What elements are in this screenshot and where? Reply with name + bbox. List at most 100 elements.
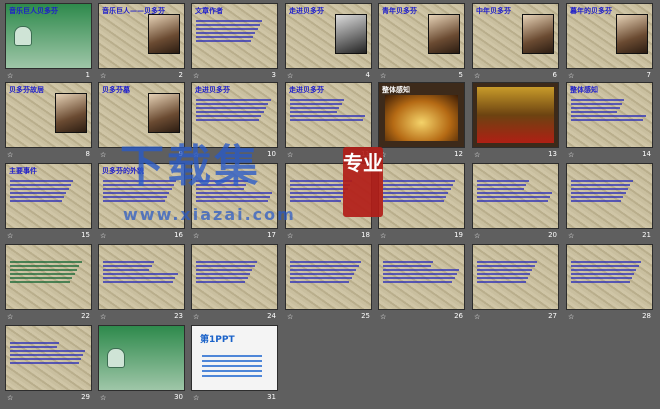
- slide-thumbnail-14[interactable]: 整体感知 ☆ 14: [566, 82, 653, 163]
- slide-preview[interactable]: [566, 163, 653, 229]
- slide-preview[interactable]: 音乐巨人贝多芬: [5, 3, 92, 69]
- slide-text-lines: [290, 97, 367, 123]
- slide-preview[interactable]: [566, 244, 653, 310]
- slide-preview[interactable]: 第1PPT: [191, 325, 278, 391]
- transition-icon[interactable]: ☆: [568, 72, 574, 80]
- slide-thumbnail-23[interactable]: ☆ 23: [98, 244, 185, 325]
- slide-preview[interactable]: 走进贝多芬: [285, 3, 372, 69]
- slide-preview[interactable]: [98, 325, 185, 391]
- transition-icon[interactable]: ☆: [7, 151, 13, 159]
- slide-thumbnail-5[interactable]: 青年贝多芬 ☆ 5: [378, 3, 465, 84]
- slide-text-lines: [10, 178, 87, 204]
- slide-thumbnail-6[interactable]: 中年贝多芬 ☆ 6: [472, 3, 559, 84]
- transition-icon[interactable]: ☆: [380, 232, 386, 240]
- transition-icon[interactable]: ☆: [568, 151, 574, 159]
- slide-thumbnail-31[interactable]: 第1PPT ☆ 31: [191, 325, 278, 406]
- slide-preview[interactable]: [285, 244, 372, 310]
- slide-preview[interactable]: 整体感知: [566, 82, 653, 148]
- slide-thumbnail-1[interactable]: 音乐巨人贝多芬 ☆ 1: [5, 3, 92, 84]
- slide-thumbnail-15[interactable]: 主要事件 ☆ 15: [5, 163, 92, 244]
- transition-icon[interactable]: ☆: [193, 72, 199, 80]
- slide-thumbnail-2[interactable]: 音乐巨人——贝多芬 ☆ 2: [98, 3, 185, 84]
- transition-icon[interactable]: ☆: [380, 72, 386, 80]
- slide-number: 24: [267, 312, 276, 320]
- slide-thumbnail-24[interactable]: ☆ 24: [191, 244, 278, 325]
- slide-thumbnail-12[interactable]: 整体感知 ☆ 12: [378, 82, 465, 163]
- transition-icon[interactable]: ☆: [474, 72, 480, 80]
- slide-title: 贝多芬故居: [9, 86, 44, 94]
- slide-number: 30: [174, 393, 183, 401]
- slide-preview[interactable]: [472, 163, 559, 229]
- transition-icon[interactable]: ☆: [193, 232, 199, 240]
- slide-preview[interactable]: 音乐巨人——贝多芬: [98, 3, 185, 69]
- transition-icon[interactable]: ☆: [474, 232, 480, 240]
- transition-icon[interactable]: ☆: [287, 72, 293, 80]
- transition-icon[interactable]: ☆: [568, 232, 574, 240]
- transition-icon[interactable]: ☆: [7, 232, 13, 240]
- slide-preview[interactable]: [378, 244, 465, 310]
- watermark-url: www.xiazai.com: [123, 205, 296, 224]
- slide-title: 贝多芬墓: [102, 86, 130, 94]
- slide-text-lines: [196, 259, 273, 285]
- slide-preview[interactable]: 青年贝多芬: [378, 3, 465, 69]
- transition-icon[interactable]: ☆: [287, 313, 293, 321]
- transition-icon[interactable]: ☆: [568, 313, 574, 321]
- transition-icon[interactable]: ☆: [100, 313, 106, 321]
- slide-number: 28: [642, 312, 651, 320]
- slide-text-lines: [571, 97, 648, 123]
- slide-thumbnail-26[interactable]: ☆ 26: [378, 244, 465, 325]
- slide-thumbnail-20[interactable]: ☆ 20: [472, 163, 559, 244]
- transition-icon[interactable]: ☆: [7, 72, 13, 80]
- slide-preview[interactable]: 中年贝多芬: [472, 3, 559, 69]
- portrait-image: [335, 14, 367, 54]
- slide-preview[interactable]: [98, 244, 185, 310]
- slide-thumbnail-29[interactable]: ☆ 29: [5, 325, 92, 406]
- slide-number: 6: [552, 71, 557, 79]
- slide-thumbnail-25[interactable]: ☆ 25: [285, 244, 372, 325]
- slide-number: 25: [361, 312, 370, 320]
- transition-icon[interactable]: ☆: [100, 151, 106, 159]
- slide-thumbnail-22[interactable]: ☆ 22: [5, 244, 92, 325]
- slide-preview[interactable]: [472, 82, 559, 148]
- slide-thumbnail-8[interactable]: 贝多芬故居 ☆ 8: [5, 82, 92, 163]
- slide-thumbnail-3[interactable]: 文章作者 ☆ 3: [191, 3, 278, 84]
- slide-number: 5: [458, 71, 463, 79]
- slide-thumbnail-30[interactable]: ☆ 30: [98, 325, 185, 406]
- slide-preview[interactable]: 贝多芬故居: [5, 82, 92, 148]
- transition-icon[interactable]: ☆: [474, 313, 480, 321]
- transition-icon[interactable]: ☆: [100, 72, 106, 80]
- transition-icon[interactable]: ☆: [100, 232, 106, 240]
- slide-number: 14: [642, 150, 651, 158]
- slide-preview[interactable]: 暮年的贝多芬: [566, 3, 653, 69]
- slide-preview[interactable]: [5, 244, 92, 310]
- transition-icon[interactable]: ☆: [287, 232, 293, 240]
- slide-number: 2: [178, 71, 183, 79]
- slide-thumbnail-7[interactable]: 暮年的贝多芬 ☆ 7: [566, 3, 653, 84]
- slide-preview[interactable]: 文章作者: [191, 3, 278, 69]
- transition-icon[interactable]: ☆: [100, 394, 106, 402]
- slide-preview[interactable]: 整体感知: [378, 82, 465, 148]
- transition-icon[interactable]: ☆: [193, 394, 199, 402]
- slide-thumbnail-13[interactable]: ☆ 13: [472, 82, 559, 163]
- slide-preview[interactable]: [378, 163, 465, 229]
- watermark-badge: 专业: [343, 147, 383, 217]
- slide-number: 20: [548, 231, 557, 239]
- slide-thumbnail-28[interactable]: ☆ 28: [566, 244, 653, 325]
- slide-preview[interactable]: [191, 244, 278, 310]
- transition-icon[interactable]: ☆: [380, 313, 386, 321]
- slide-thumbnail-19[interactable]: ☆ 19: [378, 163, 465, 244]
- slide-thumbnail-27[interactable]: ☆ 27: [472, 244, 559, 325]
- slide-title: 走进贝多芬: [289, 7, 324, 15]
- slide-preview[interactable]: [5, 325, 92, 391]
- transition-icon[interactable]: ☆: [7, 313, 13, 321]
- slide-thumbnail-21[interactable]: ☆ 21: [566, 163, 653, 244]
- transition-icon[interactable]: ☆: [474, 151, 480, 159]
- slide-title: 走进贝多芬: [289, 86, 324, 94]
- slide-text-lines: [383, 259, 460, 285]
- transition-icon[interactable]: ☆: [193, 313, 199, 321]
- slide-preview[interactable]: [472, 244, 559, 310]
- slide-thumbnail-4[interactable]: 走进贝多芬 ☆ 4: [285, 3, 372, 84]
- slide-preview[interactable]: 主要事件: [5, 163, 92, 229]
- slide-title: 走进贝多芬: [195, 86, 230, 94]
- transition-icon[interactable]: ☆: [7, 394, 13, 402]
